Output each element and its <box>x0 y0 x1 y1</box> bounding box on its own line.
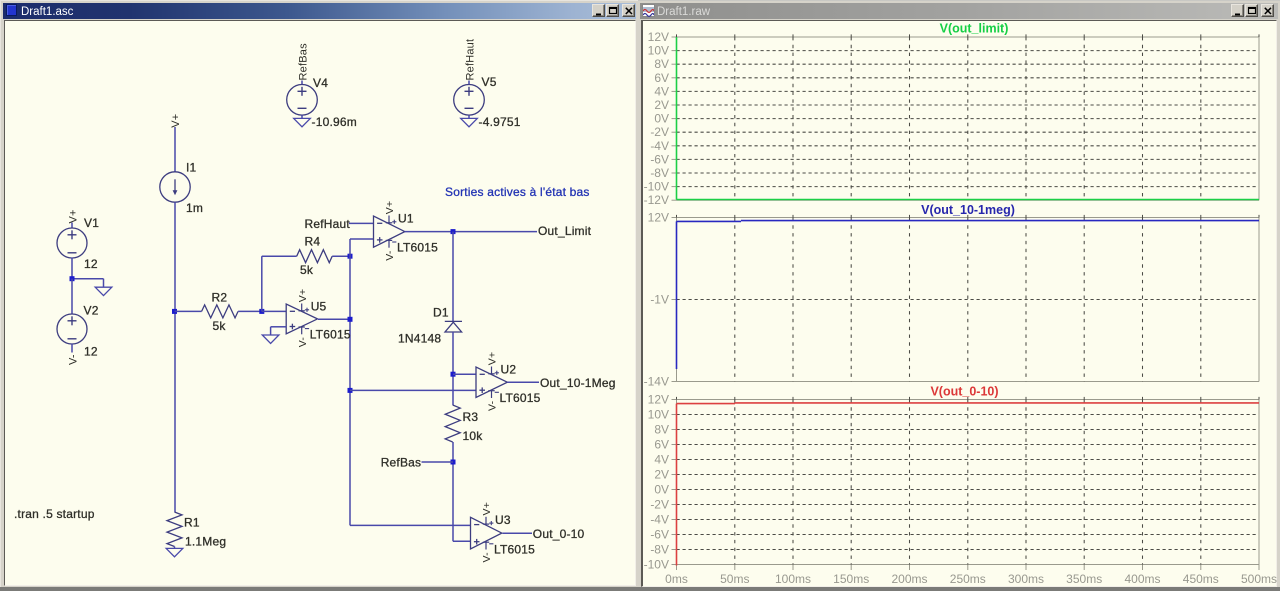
svg-text:RefHaut: RefHaut <box>305 217 351 231</box>
svg-text:-6V: -6V <box>650 528 669 542</box>
svg-text:V(out_0-10): V(out_0-10) <box>930 385 998 399</box>
svg-text:V+: V+ <box>481 502 493 516</box>
svg-text:12V: 12V <box>648 211 669 225</box>
svg-text:1m: 1m <box>186 201 203 215</box>
svg-text:50ms: 50ms <box>720 572 749 586</box>
svg-text:LT6015: LT6015 <box>494 543 535 557</box>
svg-text:6V: 6V <box>654 71 669 85</box>
svg-text:V+: V+ <box>68 209 80 223</box>
svg-text:.tran .5 startup: .tran .5 startup <box>14 507 95 521</box>
svg-text:100ms: 100ms <box>775 572 811 586</box>
svg-text:V-: V- <box>68 354 80 365</box>
svg-text:400ms: 400ms <box>1124 572 1160 586</box>
svg-text:Out_Limit: Out_Limit <box>538 224 592 238</box>
svg-text:V-: V- <box>297 337 309 348</box>
svg-text:U1: U1 <box>398 212 414 226</box>
svg-text:V4: V4 <box>313 76 328 90</box>
svg-text:V-: V- <box>481 552 493 563</box>
svg-text:U3: U3 <box>495 513 511 527</box>
svg-text:Out_10-1Meg: Out_10-1Meg <box>540 376 616 390</box>
svg-text:R3: R3 <box>463 410 479 424</box>
svg-text:-12V: -12V <box>644 193 669 207</box>
svg-text:6V: 6V <box>654 438 669 452</box>
svg-text:5k: 5k <box>213 319 227 333</box>
svg-text:R1: R1 <box>184 516 200 530</box>
svg-text:250ms: 250ms <box>950 572 986 586</box>
svg-text:5k: 5k <box>300 263 314 277</box>
svg-text:0ms: 0ms <box>665 572 688 586</box>
svg-text:-1V: -1V <box>650 293 669 307</box>
svg-text:-8V: -8V <box>650 543 669 557</box>
svg-text:-4V: -4V <box>650 513 669 527</box>
svg-text:V2: V2 <box>84 304 99 318</box>
svg-text:8V: 8V <box>654 423 669 437</box>
svg-text:RefHaut: RefHaut <box>465 39 477 81</box>
svg-text:200ms: 200ms <box>891 572 927 586</box>
svg-text:8V: 8V <box>654 57 669 71</box>
svg-text:U2: U2 <box>501 363 517 377</box>
svg-text:V1: V1 <box>84 216 99 230</box>
svg-text:12: 12 <box>84 345 98 359</box>
svg-text:450ms: 450ms <box>1183 572 1219 586</box>
svg-text:Out_0-10: Out_0-10 <box>533 527 585 541</box>
svg-text:R4: R4 <box>305 235 321 249</box>
svg-text:12V: 12V <box>648 393 669 407</box>
svg-text:300ms: 300ms <box>1008 572 1044 586</box>
svg-text:500ms: 500ms <box>1241 572 1277 586</box>
svg-text:12: 12 <box>84 257 98 271</box>
svg-text:-10.96m: -10.96m <box>312 115 357 129</box>
svg-text:-8V: -8V <box>650 166 669 180</box>
svg-text:LT6015: LT6015 <box>310 327 351 341</box>
svg-text:V(out_limit): V(out_limit) <box>940 22 1009 36</box>
svg-text:-14V: -14V <box>644 375 669 389</box>
svg-text:U5: U5 <box>311 300 327 314</box>
svg-text:10V: 10V <box>648 44 669 58</box>
svg-text:Sorties actives à l'état bas: Sorties actives à l'état bas <box>445 185 590 199</box>
svg-text:V+: V+ <box>170 114 182 128</box>
svg-text:V-: V- <box>384 250 396 261</box>
svg-text:-4.9751: -4.9751 <box>479 115 521 129</box>
svg-text:-4V: -4V <box>650 139 669 153</box>
svg-text:1.1Meg: 1.1Meg <box>185 535 226 549</box>
svg-text:RefBas: RefBas <box>298 43 310 81</box>
svg-text:4V: 4V <box>654 453 669 467</box>
svg-text:-2V: -2V <box>650 125 669 139</box>
svg-text:10k: 10k <box>463 429 484 443</box>
svg-text:4V: 4V <box>654 84 669 98</box>
svg-text:V+: V+ <box>384 201 396 215</box>
svg-text:0V: 0V <box>654 483 669 497</box>
svg-text:-10V: -10V <box>644 180 669 194</box>
svg-text:V+: V+ <box>297 289 309 303</box>
svg-text:LT6015: LT6015 <box>397 241 438 255</box>
svg-text:D1: D1 <box>433 306 449 320</box>
svg-text:V(out_10-1meg): V(out_10-1meg) <box>921 203 1015 217</box>
svg-text:-6V: -6V <box>650 152 669 166</box>
svg-text:I1: I1 <box>186 161 197 175</box>
svg-text:2V: 2V <box>654 98 669 112</box>
svg-text:-2V: -2V <box>650 498 669 512</box>
svg-text:350ms: 350ms <box>1066 572 1102 586</box>
svg-text:LT6015: LT6015 <box>500 391 541 405</box>
svg-text:-10V: -10V <box>644 558 669 572</box>
svg-text:150ms: 150ms <box>833 572 869 586</box>
svg-text:V-: V- <box>487 400 499 411</box>
svg-text:V+: V+ <box>487 352 499 366</box>
svg-text:1N4148: 1N4148 <box>398 332 441 346</box>
svg-text:2V: 2V <box>654 468 669 482</box>
svg-text:R2: R2 <box>212 291 228 305</box>
svg-text:12V: 12V <box>648 30 669 44</box>
svg-text:V5: V5 <box>482 75 497 89</box>
svg-text:RefBas: RefBas <box>381 456 422 470</box>
svg-text:10V: 10V <box>648 408 669 422</box>
svg-text:0V: 0V <box>654 112 669 126</box>
